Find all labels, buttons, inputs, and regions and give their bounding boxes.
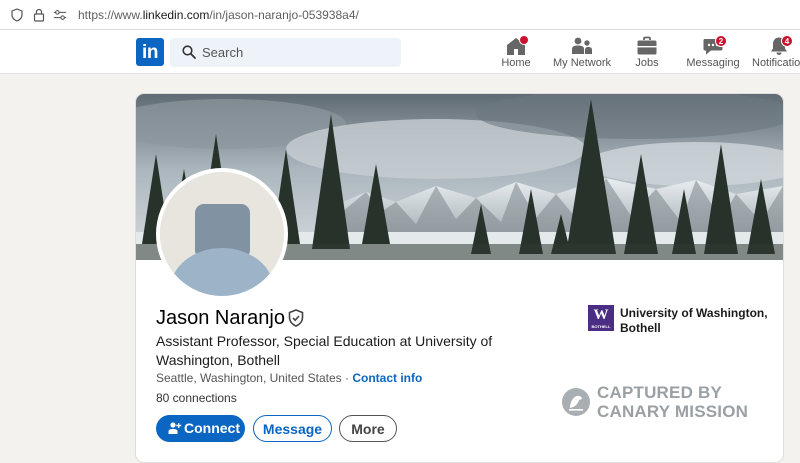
message-button[interactable]: Message (253, 415, 332, 442)
top-nav: in Home My Network Jobs (0, 30, 800, 74)
more-button[interactable]: More (339, 415, 397, 442)
network-icon (572, 37, 592, 54)
profile-location: Seattle, Washington, United States (156, 371, 342, 385)
search-box[interactable] (170, 38, 401, 67)
uw-bothell-logo: W BOTHELL (588, 305, 614, 331)
school-name: University of Washington, Bothell (620, 306, 768, 335)
briefcase-icon (637, 36, 657, 55)
nav-messaging[interactable]: 2 Messaging (678, 34, 748, 72)
profile-name: Jason Naranjo (156, 307, 285, 329)
default-avatar-icon (160, 172, 284, 296)
contact-info-link[interactable]: Contact info (352, 371, 422, 385)
connections-count[interactable]: 80 connections (156, 391, 237, 405)
profile-avatar[interactable] (156, 168, 288, 300)
watermark-line1: CAPTURED BY (597, 383, 722, 402)
linkedin-logo[interactable]: in (136, 38, 164, 66)
nav-notifications[interactable]: 4 Notifications (744, 34, 800, 72)
home-notification-dot (519, 35, 529, 45)
notifications-badge: 4 (781, 35, 793, 47)
profile-location-line: Seattle, Washington, United States · Con… (156, 371, 423, 385)
profile-headline: Assistant Professor, Special Education a… (156, 333, 493, 368)
watermark-line2: CANARY MISSION (597, 402, 749, 421)
verified-shield-icon[interactable] (288, 309, 304, 327)
profile-card: Jason Naranjo Assistant Professor, Speci… (136, 94, 783, 462)
permissions-icon[interactable] (53, 8, 67, 22)
messaging-badge: 2 (715, 35, 727, 47)
browser-address-bar: https://www.linkedin.com/in/jason-naranj… (0, 0, 800, 30)
search-icon (182, 45, 196, 59)
nav-jobs[interactable]: Jobs (612, 34, 682, 72)
canary-bird-icon (562, 388, 590, 416)
lock-icon[interactable] (32, 8, 46, 22)
nav-my-network[interactable]: My Network (547, 34, 617, 72)
shield-icon[interactable] (10, 8, 24, 22)
nav-home[interactable]: Home (481, 34, 551, 72)
url-field[interactable]: https://www.linkedin.com/in/jason-naranj… (78, 8, 359, 22)
add-person-icon (168, 422, 182, 434)
canary-mission-watermark: CAPTURED BY CANARY MISSION (561, 383, 761, 423)
search-input[interactable] (202, 43, 392, 62)
connect-button[interactable]: Connect (156, 415, 245, 442)
